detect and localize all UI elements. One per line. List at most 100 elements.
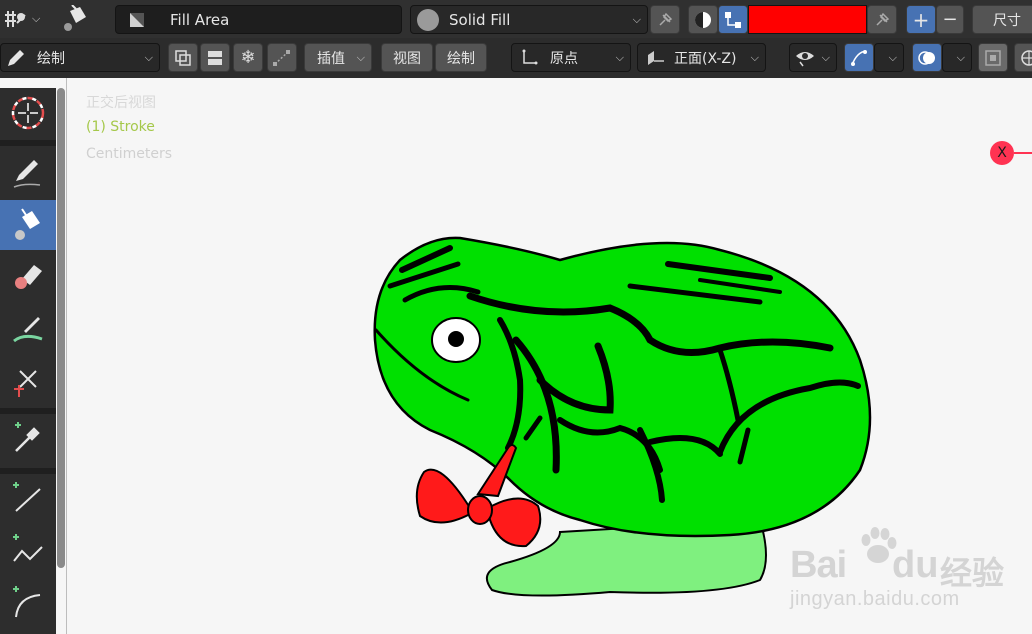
- mode-dropdown[interactable]: 绘制 ⌵: [0, 43, 160, 72]
- xray-toggle[interactable]: [978, 43, 1008, 72]
- tool-draw[interactable]: [0, 148, 56, 198]
- view-tab-label: 视图: [393, 50, 421, 67]
- overlay-dropdown[interactable]: ⌵: [942, 43, 972, 72]
- gizmo-dropdown[interactable]: ⌵: [874, 43, 904, 72]
- pin-icon: [876, 12, 890, 26]
- circle-icon: [417, 8, 439, 31]
- wireframe-shading-button[interactable]: [1014, 43, 1032, 72]
- vertex-paint-icon: [725, 11, 741, 28]
- view-tab[interactable]: 视图: [381, 43, 433, 72]
- gizmo-toggle[interactable]: [844, 43, 874, 72]
- chevron-down-icon: ⌵: [821, 50, 830, 64]
- watermark: Bai du 经验 jingyan.baidu.com: [790, 520, 1030, 620]
- tool-tint[interactable]: [0, 304, 56, 354]
- chevron-down-icon: ⌵: [32, 12, 41, 25]
- draw-tab[interactable]: 绘制: [435, 43, 487, 72]
- toolbar-scrollbar[interactable]: [57, 88, 65, 568]
- cursor-icon: [11, 96, 45, 130]
- nav-gizmo-axis-line: [1014, 152, 1032, 154]
- chevron-down-icon: ⌵: [356, 50, 365, 64]
- multiframe-icon: [175, 49, 191, 66]
- chevron-down-icon: ⌵: [632, 12, 641, 26]
- freeze-button[interactable]: ❄: [233, 43, 263, 72]
- material-preview-button[interactable]: [688, 5, 718, 34]
- origin-label: 原点: [550, 50, 578, 67]
- autolock-button[interactable]: [200, 43, 230, 72]
- line-icon: [13, 482, 41, 512]
- material-name: Fill Area: [170, 10, 230, 29]
- multiframe-button[interactable]: [168, 43, 198, 72]
- fill-bucket-icon: [64, 5, 86, 31]
- polyline-icon: [13, 534, 43, 562]
- object-name: (1) Stroke: [86, 119, 155, 135]
- region-divider: [66, 78, 67, 634]
- bezier-icon: [273, 49, 290, 66]
- chevron-down-icon: ⌵: [888, 50, 897, 64]
- plane-icon: [648, 50, 664, 65]
- tool-eyedropper[interactable]: [0, 414, 56, 464]
- eye-pupil: [448, 331, 464, 347]
- tool-shelf: [0, 88, 56, 634]
- material-icon: [130, 12, 144, 27]
- tool-line[interactable]: [0, 474, 56, 524]
- fill-color-swatch[interactable]: [748, 5, 867, 34]
- watermark-url: jingyan.baidu.com: [790, 588, 960, 610]
- eyedropper-icon: [15, 422, 40, 452]
- fill-mode-dropdown[interactable]: Solid Fill ⌵: [410, 5, 648, 34]
- drawing-plane-dropdown[interactable]: 正面(X-Z) ⌵: [637, 43, 766, 72]
- sphere-shading-icon: [695, 11, 711, 28]
- active-tool-indicator[interactable]: [60, 3, 94, 35]
- eraser-icon: [15, 265, 42, 289]
- snowflake-icon: ❄: [240, 47, 256, 68]
- add-button[interactable]: +: [906, 5, 936, 34]
- chevron-down-icon: ⌵: [615, 50, 624, 64]
- tool-fill[interactable]: [0, 200, 56, 250]
- curve-edit-button[interactable]: [267, 43, 297, 72]
- axes-icon: [522, 49, 538, 64]
- chevron-down-icon: ⌵: [956, 50, 965, 64]
- visibility-dropdown[interactable]: ⌵: [789, 43, 837, 72]
- cutter-icon: [14, 370, 37, 397]
- tool-polyline[interactable]: [0, 526, 56, 576]
- interpolate-label: 插值: [317, 50, 345, 67]
- overlay-icon: [918, 50, 935, 65]
- size-button[interactable]: 尺寸: [972, 5, 1032, 34]
- mode-label: 绘制: [37, 50, 65, 67]
- header-bar: ⌵ Fill Area Solid Fill ⌵ + − 尺寸: [0, 0, 1032, 38]
- tool-settings-bar: 绘制 ⌵ ❄ 插值 ⌵ 视图 绘制 原点 ⌵ 正面(X-Z) ⌵ ⌵ ⌵ ⌵: [0, 38, 1032, 78]
- pin-button-2[interactable]: [867, 5, 897, 34]
- watermark-cn: 经验: [940, 554, 1005, 592]
- overlay-toggle[interactable]: [912, 43, 942, 72]
- watermark-brand: Bai: [790, 544, 847, 586]
- tool-cutter[interactable]: [0, 356, 56, 406]
- material-field[interactable]: Fill Area: [115, 5, 402, 34]
- origin-dropdown[interactable]: 原点 ⌵: [511, 43, 631, 72]
- nav-gizmo-x-axis[interactable]: X: [990, 141, 1014, 165]
- globe-icon: [1021, 49, 1032, 66]
- view-name: 正交后视图: [86, 95, 156, 111]
- pin-button[interactable]: [650, 5, 680, 34]
- grease-pencil-draw-icon: [5, 11, 26, 27]
- remove-button[interactable]: −: [936, 5, 964, 34]
- xray-icon: [985, 49, 1001, 66]
- tint-brush-icon: [13, 317, 43, 343]
- draw-pencil-icon: [13, 160, 41, 188]
- interpolate-dropdown[interactable]: 插值 ⌵: [304, 43, 372, 72]
- tool-erase[interactable]: [0, 252, 56, 302]
- fill-bucket-icon: [15, 208, 40, 240]
- chevron-down-icon: ⌵: [750, 50, 759, 64]
- chevron-down-icon: ⌵: [144, 50, 153, 64]
- layers-icon: [208, 50, 222, 65]
- unit-label: Centimeters: [86, 146, 173, 162]
- axis-label: X: [997, 145, 1007, 161]
- gizmo-icon: [851, 49, 867, 66]
- mode-selector[interactable]: ⌵: [0, 4, 44, 34]
- draw-tab-label: 绘制: [447, 50, 475, 67]
- tool-arc[interactable]: [0, 578, 56, 628]
- pin-icon: [659, 12, 673, 26]
- plane-label: 正面(X-Z): [674, 50, 737, 67]
- arc-icon: [13, 586, 41, 618]
- vertex-color-button[interactable]: [718, 5, 748, 34]
- tool-cursor[interactable]: [0, 88, 56, 138]
- watermark-brand-2: du: [892, 544, 939, 586]
